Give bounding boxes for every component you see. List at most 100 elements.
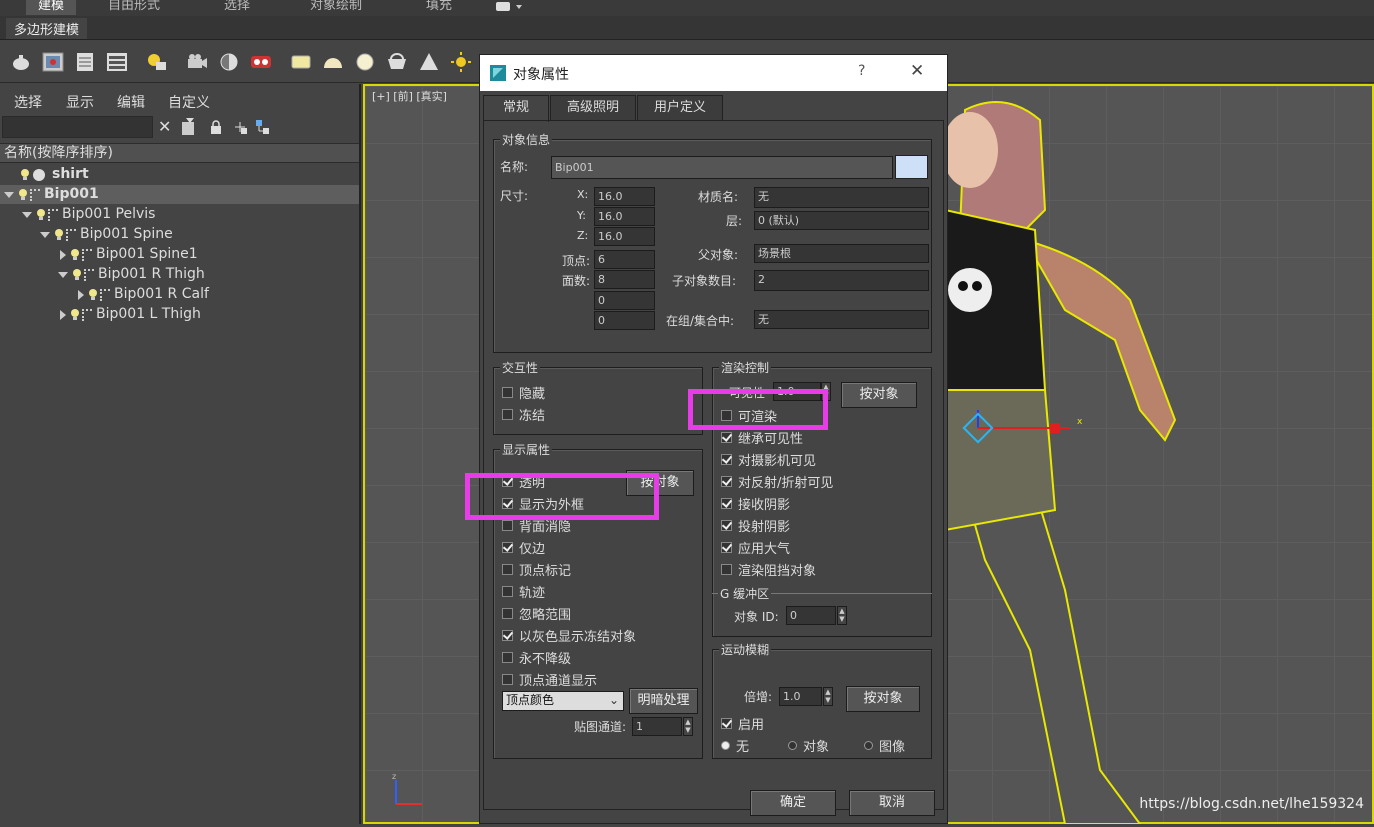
light-bulb-icon[interactable]	[36, 208, 46, 221]
freeze-checkbox[interactable]: 冻结	[502, 405, 545, 424]
trajectory-checkbox[interactable]: 轨迹	[502, 582, 545, 601]
menu-display[interactable]: 显示	[66, 92, 94, 112]
light-bulb-icon[interactable]	[72, 268, 82, 281]
ribbon-tab-modeling[interactable]: 建模	[26, 0, 77, 15]
tab-advanced-lighting[interactable]: 高级照明	[550, 95, 636, 120]
render-occluded-checkbox[interactable]: 渲染阻挡对象	[721, 560, 816, 579]
apply-atmospherics-checkbox[interactable]: 应用大气	[721, 538, 790, 557]
object-id-spinner[interactable]: ▲ ▼	[837, 606, 847, 625]
menu-edit[interactable]: 编辑	[117, 92, 145, 112]
tree-item-bip001-spine1[interactable]: Bip001 Spine1	[60, 245, 359, 264]
never-degrade-checkbox[interactable]: 永不降级	[502, 648, 571, 667]
tree-item-bip001-pelvis[interactable]: Bip001 Pelvis	[22, 205, 359, 224]
light-list-icon[interactable]	[144, 50, 170, 74]
render-setup-icon[interactable]	[248, 50, 274, 74]
tab-general[interactable]: 常规	[483, 95, 549, 122]
collapse-icon[interactable]	[58, 271, 68, 278]
clear-search-icon[interactable]: ✕	[158, 117, 171, 136]
shaded-button[interactable]: 明暗处理	[629, 688, 698, 714]
collapse-icon[interactable]	[40, 231, 50, 238]
multiplier-input[interactable]: 1.0	[779, 687, 822, 706]
expand-icon[interactable]	[78, 289, 84, 300]
filter-icon[interactable]	[180, 118, 196, 139]
explorer-search-input[interactable]	[2, 116, 153, 138]
ribbon-tab-selection[interactable]: 选择	[224, 0, 250, 15]
inherit-visibility-checkbox[interactable]: 继承可见性	[721, 428, 803, 447]
cone-shape-icon[interactable]	[416, 50, 442, 74]
circle-shape-icon[interactable]	[352, 50, 378, 74]
lock-icon[interactable]	[210, 120, 222, 137]
map-channel-spinner[interactable]: ▲ ▼	[683, 717, 693, 736]
viewport-label[interactable]: [+] [前] [真实]	[372, 88, 447, 104]
dialog-titlebar[interactable]: 对象属性 ? ✕	[480, 55, 947, 91]
polygon-modeling-label[interactable]: 多边形建模	[6, 18, 88, 39]
render-frame-icon[interactable]	[40, 50, 66, 74]
menu-customize[interactable]: 自定义	[168, 92, 210, 112]
vertex-color-select[interactable]: 顶点颜色 ⌄	[502, 691, 624, 711]
ribbon-tab-object-paint[interactable]: 对象绘制	[310, 0, 362, 15]
list-panel-icon[interactable]	[72, 50, 98, 74]
render-by-object-button[interactable]: 按对象	[841, 382, 917, 408]
light-bulb-icon[interactable]	[54, 228, 64, 241]
object-color-swatch[interactable]	[895, 155, 928, 179]
tree-item-bip001[interactable]: Bip001	[0, 185, 359, 204]
basket-shape-icon[interactable]	[384, 50, 410, 74]
light-bulb-icon[interactable]	[18, 188, 28, 201]
select-children-icon[interactable]	[232, 119, 248, 138]
multiplier-spinner[interactable]: ▲ ▼	[823, 687, 833, 706]
box-shape-icon[interactable]	[288, 50, 314, 74]
vertex-channel-display-checkbox[interactable]: 顶点通道显示	[502, 670, 597, 689]
column-header-name[interactable]: 名称(按降序排序)	[0, 143, 359, 163]
expand-icon[interactable]	[60, 309, 66, 320]
light-bulb-icon[interactable]	[70, 308, 80, 321]
bone-object-icon	[48, 208, 58, 221]
tree-item-bip001-spine[interactable]: Bip001 Spine	[40, 225, 359, 244]
scene-tree: shirt Bip001 Bip001 Pelvis Bip001 Spine …	[0, 165, 359, 325]
motion-blur-by-object-button[interactable]: 按对象	[846, 686, 920, 712]
tree-item-shirt[interactable]: shirt	[20, 165, 359, 184]
light-bulb-icon[interactable]	[20, 168, 30, 181]
visible-to-camera-checkbox[interactable]: 对摄影机可见	[721, 450, 816, 469]
cast-shadows-checkbox[interactable]: 投射阴影	[721, 516, 790, 535]
camera-icon[interactable]	[184, 50, 210, 74]
edges-only-checkbox[interactable]: 仅边	[502, 538, 545, 557]
ribbon-tab-freeform[interactable]: 自由形式	[108, 0, 160, 15]
cancel-button[interactable]: 取消	[849, 790, 935, 816]
object-id-input[interactable]: 0	[786, 606, 836, 625]
ignore-extents-checkbox[interactable]: 忽略范围	[502, 604, 571, 623]
motion-blur-enabled-checkbox[interactable]: 启用	[721, 714, 764, 733]
vertex-ticks-checkbox[interactable]: 顶点标记	[502, 560, 571, 579]
help-button[interactable]: ?	[858, 63, 865, 79]
collapse-icon[interactable]	[4, 191, 14, 198]
menu-select[interactable]: 选择	[14, 92, 42, 112]
tree-item-bip001-l-thigh[interactable]: Bip001 L Thigh	[60, 305, 359, 324]
blur-object-radio[interactable]: 对象	[788, 736, 829, 755]
tree-item-bip001-r-calf[interactable]: Bip001 R Calf	[78, 285, 359, 304]
receive-shadows-checkbox[interactable]: 接收阴影	[721, 494, 790, 513]
blur-none-radio[interactable]: 无	[721, 736, 749, 755]
y-dimension-value: 16.0	[594, 207, 655, 226]
hierarchy-icon[interactable]	[255, 119, 271, 138]
tab-user-defined[interactable]: 用户定义	[637, 95, 723, 120]
light-bulb-icon[interactable]	[88, 288, 98, 301]
light-bulb-icon[interactable]	[70, 248, 80, 261]
expand-icon[interactable]	[60, 249, 66, 260]
transform-gizmo[interactable]: x	[960, 330, 1090, 523]
layers-panel-icon[interactable]	[104, 50, 130, 74]
tree-item-bip001-r-thigh[interactable]: Bip001 R Thigh	[58, 265, 359, 284]
close-button[interactable]: ✕	[910, 61, 924, 81]
map-channel-input[interactable]: 1	[632, 717, 682, 736]
vertices-label: 顶点:	[562, 254, 591, 268]
show-frozen-gray-checkbox[interactable]: 以灰色显示冻结对象	[502, 626, 636, 645]
teapot-icon[interactable]	[8, 50, 34, 74]
ribbon-tab-populate[interactable]: 填充	[426, 0, 452, 15]
blur-image-radio[interactable]: 图像	[864, 736, 905, 755]
sun-light-icon[interactable]	[448, 50, 474, 74]
sphere-half-icon[interactable]	[216, 50, 242, 74]
hide-checkbox[interactable]: 隐藏	[502, 383, 545, 402]
visible-to-reflection-checkbox[interactable]: 对反射/折射可见	[721, 472, 833, 491]
dome-shape-icon[interactable]	[320, 50, 346, 74]
ok-button[interactable]: 确定	[750, 790, 836, 816]
collapse-icon[interactable]	[22, 211, 32, 218]
name-input[interactable]: Bip001	[551, 156, 893, 179]
